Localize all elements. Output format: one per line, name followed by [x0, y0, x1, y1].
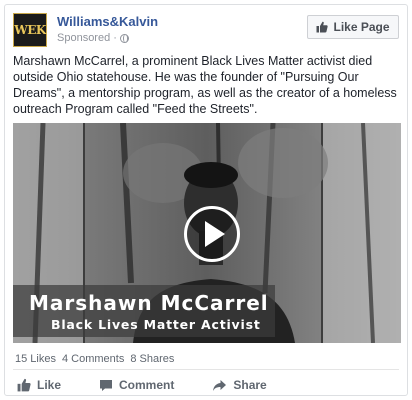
- video-player[interactable]: Marshawn McCarrel Black Lives Matter Act…: [13, 123, 401, 343]
- post-actions: Like Comment Share: [13, 375, 399, 395]
- like-label: Like: [37, 378, 62, 392]
- avatar-logo-text: WEK: [14, 23, 46, 37]
- likes-count[interactable]: 15 Likes: [15, 353, 56, 365]
- play-icon: [205, 221, 225, 247]
- divider: [13, 369, 399, 370]
- share-button[interactable]: Share: [212, 378, 267, 392]
- play-button[interactable]: [184, 206, 240, 262]
- globe-icon: [119, 33, 129, 43]
- post-header: WEK Williams&Kalvin Sponsored · Like Pag…: [13, 13, 399, 47]
- comment-label: Comment: [119, 378, 175, 392]
- shares-count[interactable]: 8 Shares: [130, 353, 174, 365]
- sponsored-label[interactable]: Sponsored: [57, 32, 110, 44]
- comments-count[interactable]: 4 Comments: [62, 353, 124, 365]
- caption-name: Marshawn McCarrel: [29, 291, 269, 315]
- share-label: Share: [233, 378, 267, 392]
- sponsored-label-row: Sponsored ·: [57, 32, 129, 44]
- sponsored-separator: ·: [113, 32, 117, 44]
- like-page-label: Like Page: [333, 20, 390, 34]
- post-stats: 15 Likes 4 Comments 8 Shares: [15, 353, 174, 365]
- post-body-text: Marshawn McCarrel, a prominent Black Liv…: [13, 54, 397, 116]
- like-page-button[interactable]: Like Page: [307, 15, 399, 39]
- thumbs-up-icon: [17, 378, 31, 392]
- comment-icon: [100, 379, 113, 391]
- feed-post: WEK Williams&Kalvin Sponsored · Like Pag…: [4, 4, 408, 396]
- page-avatar[interactable]: WEK: [13, 13, 47, 47]
- page-name-link[interactable]: Williams&Kalvin: [57, 14, 158, 29]
- share-icon: [213, 379, 227, 391]
- thumbs-up-icon: [316, 21, 329, 33]
- comment-button[interactable]: Comment: [99, 378, 174, 392]
- video-caption-overlay: Marshawn McCarrel Black Lives Matter Act…: [13, 285, 275, 337]
- like-button[interactable]: Like: [17, 378, 61, 392]
- caption-title: Black Lives Matter Activist: [51, 317, 261, 332]
